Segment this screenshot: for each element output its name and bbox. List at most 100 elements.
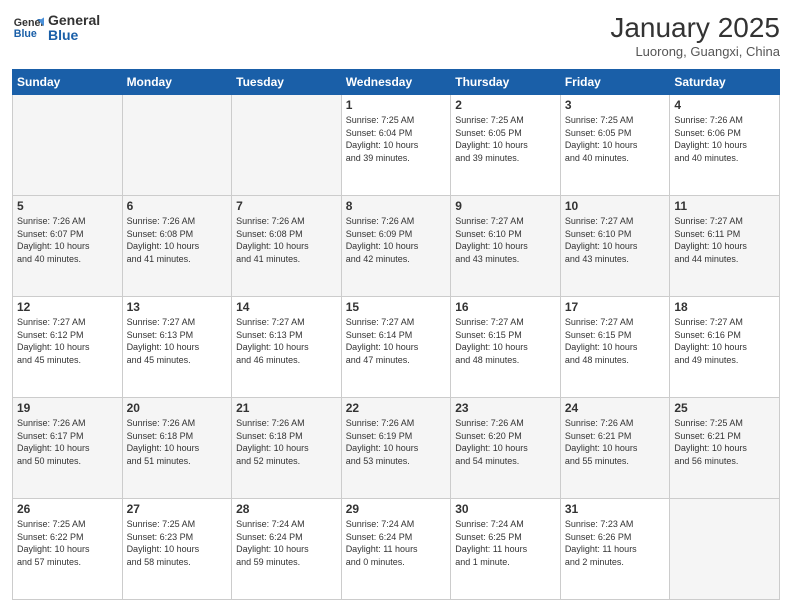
day-info: Sunrise: 7:25 AM Sunset: 6:05 PM Dayligh… [455,114,556,164]
table-row [122,95,232,196]
day-number: 30 [455,502,556,516]
day-info: Sunrise: 7:26 AM Sunset: 6:20 PM Dayligh… [455,417,556,467]
header: General Blue General Blue January 2025 L… [12,12,780,59]
day-info: Sunrise: 7:24 AM Sunset: 6:25 PM Dayligh… [455,518,556,568]
day-header-tuesday: Tuesday [232,70,342,95]
day-info: Sunrise: 7:27 AM Sunset: 6:16 PM Dayligh… [674,316,775,366]
table-row [13,95,123,196]
table-row: 24Sunrise: 7:26 AM Sunset: 6:21 PM Dayli… [560,398,670,499]
day-header-monday: Monday [122,70,232,95]
table-row: 6 Sunrise: 7:26 AM Sunset: 6:08 PM Daylig… [122,196,232,297]
day-number: 10 [565,199,666,213]
day-number: 8 [346,199,447,213]
day-number: 15 [346,300,447,314]
day-info: Sunrise: 7:27 AM Sunset: 6:15 PM Dayligh… [565,316,666,366]
day-info: Sunrise: 7:27 AM Sunset: 6:15 PM Dayligh… [455,316,556,366]
day-number: 5 [17,199,118,213]
day-info: Sunrise: 7:25 AM Sunset: 6:21 PM Dayligh… [674,417,775,467]
day-info: Sunrise: 7:27 AM Sunset: 6:12 PM Dayligh… [17,316,118,366]
table-row: 3Sunrise: 7:25 AM Sunset: 6:05 PM Daylig… [560,95,670,196]
day-number: 14 [236,300,337,314]
day-number: 12 [17,300,118,314]
day-info: Sunrise: 7:23 AM Sunset: 6:26 PM Dayligh… [565,518,666,568]
table-row: 9Sunrise: 7:27 AM Sunset: 6:10 PM Daylig… [451,196,561,297]
table-row [232,95,342,196]
table-row: 18 Sunrise: 7:27 AM Sunset: 6:16 PM Dayli… [670,297,780,398]
logo-icon: General Blue [12,12,44,44]
day-info: Sunrise: 7:26 AM Sunset: 6:18 PM Dayligh… [236,417,337,467]
day-number: 3 [565,98,666,112]
day-header-saturday: Saturday [670,70,780,95]
day-info: Sunrise: 7:26 AM Sunset: 6:19 PM Dayligh… [346,417,447,467]
day-number: 6 [127,199,228,213]
day-number: 1 [346,98,447,112]
table-row: 26 Sunrise: 7:25 AM Sunset: 6:22 PM Dayli… [13,499,123,600]
table-row: 7Sunrise: 7:26 AM Sunset: 6:08 PM Daylig… [232,196,342,297]
table-row: 27 Sunrise: 7:25 AM Sunset: 6:23 PM Dayli… [122,499,232,600]
day-number: 20 [127,401,228,415]
day-info: Sunrise: 7:26 AM Sunset: 6:21 PM Dayligh… [565,417,666,467]
day-number: 7 [236,199,337,213]
day-info: Sunrise: 7:27 AM Sunset: 6:10 PM Dayligh… [565,215,666,265]
day-header-thursday: Thursday [451,70,561,95]
day-number: 16 [455,300,556,314]
table-row: 2 Sunrise: 7:25 AM Sunset: 6:05 PM Daylig… [451,95,561,196]
table-row: 15 Sunrise: 7:27 AM Sunset: 6:14 PM Dayli… [341,297,451,398]
table-row [670,499,780,600]
day-info: Sunrise: 7:26 AM Sunset: 6:17 PM Dayligh… [17,417,118,467]
day-number: 26 [17,502,118,516]
day-info: Sunrise: 7:26 AM Sunset: 6:09 PM Dayligh… [346,215,447,265]
table-row: 4Sunrise: 7:26 AM Sunset: 6:06 PM Daylig… [670,95,780,196]
logo-blue: Blue [48,28,100,43]
table-row: 20 Sunrise: 7:26 AM Sunset: 6:18 PM Dayli… [122,398,232,499]
day-info: Sunrise: 7:25 AM Sunset: 6:04 PM Dayligh… [346,114,447,164]
day-header-sunday: Sunday [13,70,123,95]
logo-general: General [48,13,100,28]
location: Luorong, Guangxi, China [610,44,780,59]
table-row: 13 Sunrise: 7:27 AM Sunset: 6:13 PM Dayli… [122,297,232,398]
logo: General Blue General Blue [12,12,100,44]
day-info: Sunrise: 7:27 AM Sunset: 6:11 PM Dayligh… [674,215,775,265]
day-number: 19 [17,401,118,415]
table-row: 28 Sunrise: 7:24 AM Sunset: 6:24 PM Dayli… [232,499,342,600]
svg-text:Blue: Blue [14,28,37,40]
day-number: 2 [455,98,556,112]
table-row: 5 Sunrise: 7:26 AM Sunset: 6:07 PM Daylig… [13,196,123,297]
day-number: 13 [127,300,228,314]
day-info: Sunrise: 7:24 AM Sunset: 6:24 PM Dayligh… [346,518,447,568]
day-info: Sunrise: 7:25 AM Sunset: 6:22 PM Dayligh… [17,518,118,568]
month-title: January 2025 [610,12,780,44]
calendar-table: SundayMondayTuesdayWednesdayThursdayFrid… [12,69,780,600]
table-row: 8 Sunrise: 7:26 AM Sunset: 6:09 PM Daylig… [341,196,451,297]
day-info: Sunrise: 7:27 AM Sunset: 6:13 PM Dayligh… [127,316,228,366]
table-row: 23 Sunrise: 7:26 AM Sunset: 6:20 PM Dayli… [451,398,561,499]
title-area: January 2025 Luorong, Guangxi, China [610,12,780,59]
table-row: 11 Sunrise: 7:27 AM Sunset: 6:11 PM Dayli… [670,196,780,297]
table-row: 10 Sunrise: 7:27 AM Sunset: 6:10 PM Dayli… [560,196,670,297]
day-number: 17 [565,300,666,314]
day-number: 18 [674,300,775,314]
day-info: Sunrise: 7:26 AM Sunset: 6:07 PM Dayligh… [17,215,118,265]
day-number: 31 [565,502,666,516]
day-number: 27 [127,502,228,516]
day-info: Sunrise: 7:27 AM Sunset: 6:10 PM Dayligh… [455,215,556,265]
day-info: Sunrise: 7:24 AM Sunset: 6:24 PM Dayligh… [236,518,337,568]
table-row: 25Sunrise: 7:25 AM Sunset: 6:21 PM Dayli… [670,398,780,499]
table-row: 21 Sunrise: 7:26 AM Sunset: 6:18 PM Dayli… [232,398,342,499]
page: General Blue General Blue January 2025 L… [0,0,792,612]
day-header-friday: Friday [560,70,670,95]
table-row: 16 Sunrise: 7:27 AM Sunset: 6:15 PM Dayli… [451,297,561,398]
day-number: 21 [236,401,337,415]
table-row: 14Sunrise: 7:27 AM Sunset: 6:13 PM Dayli… [232,297,342,398]
day-number: 23 [455,401,556,415]
day-number: 28 [236,502,337,516]
day-info: Sunrise: 7:27 AM Sunset: 6:14 PM Dayligh… [346,316,447,366]
table-row: 19 Sunrise: 7:26 AM Sunset: 6:17 PM Dayli… [13,398,123,499]
day-number: 11 [674,199,775,213]
table-row: 1 Sunrise: 7:25 AM Sunset: 6:04 PM Daylig… [341,95,451,196]
day-info: Sunrise: 7:26 AM Sunset: 6:18 PM Dayligh… [127,417,228,467]
table-row: 31 Sunrise: 7:23 AM Sunset: 6:26 PM Dayli… [560,499,670,600]
day-info: Sunrise: 7:25 AM Sunset: 6:23 PM Dayligh… [127,518,228,568]
table-row: 30 Sunrise: 7:24 AM Sunset: 6:25 PM Dayli… [451,499,561,600]
day-info: Sunrise: 7:26 AM Sunset: 6:08 PM Dayligh… [127,215,228,265]
